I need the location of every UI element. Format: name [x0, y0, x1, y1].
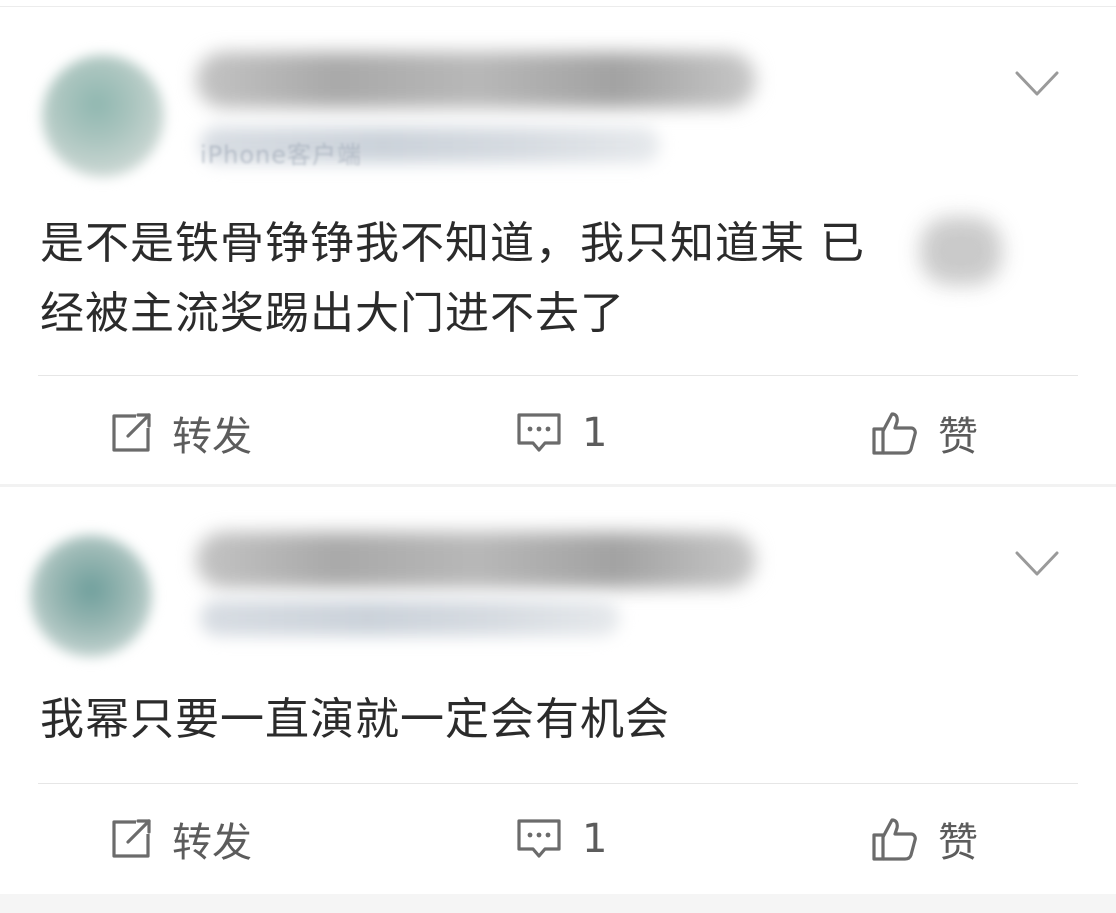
post-card: iPhone客户端 是不是铁骨铮铮我不知道，我只知道某 已 经被主流奖踢出大门进…	[0, 7, 1116, 485]
chevron-down-icon[interactable]	[1014, 549, 1060, 579]
avatar[interactable]	[30, 535, 152, 657]
censor-blur	[920, 217, 1002, 285]
comment-count: 1	[582, 410, 608, 456]
like-button[interactable]: 赞	[870, 789, 978, 889]
post-content: 我幂只要一直演就一定会有机会	[40, 694, 670, 745]
post-meta-blurred	[200, 600, 620, 636]
feed-page: iPhone客户端 是不是铁骨铮铮我不知道，我只知道某 已 经被主流奖踢出大门进…	[0, 0, 1116, 913]
post-content-line: 经被主流奖踢出大门进不去了	[40, 288, 625, 339]
divider	[38, 783, 1078, 784]
comment-icon	[517, 413, 561, 452]
username-blurred[interactable]	[196, 532, 756, 588]
comment-icon	[517, 819, 561, 858]
like-label: 赞	[938, 414, 978, 460]
comment-button[interactable]: 1	[514, 383, 607, 483]
post-card: 我幂只要一直演就一定会有机会 转发 1 赞	[0, 487, 1116, 895]
share-button[interactable]: 转发	[108, 383, 252, 483]
share-icon	[112, 413, 151, 452]
username-blurred[interactable]	[196, 52, 756, 108]
share-label: 转发	[172, 820, 252, 866]
share-icon	[112, 819, 151, 858]
post-source: iPhone客户端	[200, 141, 363, 169]
share-label: 转发	[172, 414, 252, 460]
bottom-separator	[0, 894, 1116, 913]
post-actions: 转发 1 赞	[0, 789, 1116, 889]
comment-count: 1	[582, 816, 608, 862]
divider	[38, 375, 1078, 376]
top-separator	[0, 0, 1116, 7]
avatar[interactable]	[42, 55, 164, 177]
like-label: 赞	[938, 820, 978, 866]
like-button[interactable]: 赞	[870, 383, 978, 483]
post-actions: 转发 1 赞	[0, 383, 1116, 483]
chevron-down-icon[interactable]	[1014, 69, 1060, 99]
share-button[interactable]: 转发	[108, 789, 252, 889]
thumbs-up-icon	[872, 412, 917, 455]
comment-button[interactable]: 1	[514, 789, 607, 889]
thumbs-up-icon	[872, 818, 917, 861]
